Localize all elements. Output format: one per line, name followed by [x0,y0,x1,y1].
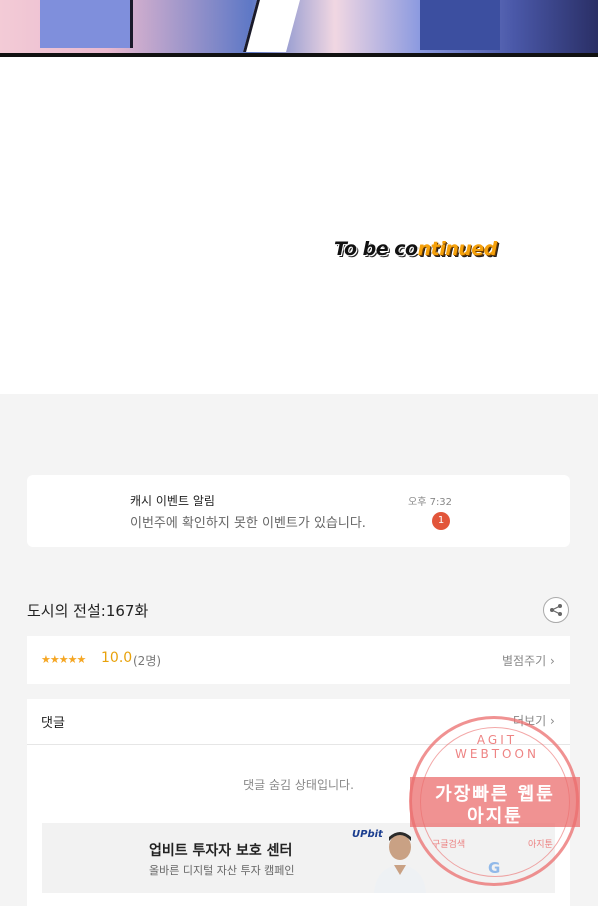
to-be-continued-text: To be continued [334,238,497,260]
comic-panel-image [0,0,598,57]
notification-time: 오후 7:32 [408,497,453,508]
rating-count: (2명) [133,654,162,668]
chevron-right-icon: › [550,654,555,668]
more-comments-link[interactable]: 더보기 › [513,712,555,729]
ad-banner[interactable]: 업비트 투자자 보호 센터 올바른 디지털 자산 투자 캠페인 UPbit [42,823,555,893]
comments-header: 댓글 [41,716,65,731]
more-comments-label: 더보기 [513,714,547,728]
episode-title: 도시의 전설:167화 [27,602,149,620]
comments-hidden-message: 댓글 숨김 상태입니다. [243,778,354,792]
ad-person-image [374,832,426,893]
ad-subtitle: 올바른 디지털 자산 투자 캠페인 [149,864,295,877]
rating-card: ★★★★★ 10.0 (2명) 별점주기 › [27,636,570,684]
rating-stars: ★★★★★ [41,653,86,666]
notification-title: 캐시 이벤트 알림 [130,494,215,508]
comic-art-shape [420,0,500,50]
share-button[interactable] [543,597,569,623]
divider [27,744,570,745]
notification-card[interactable]: 캐시 이벤트 알림 이번주에 확인하지 못한 이벤트가 있습니다. 오후 7:3… [27,475,570,547]
rating-score: 10.0 [101,650,133,666]
share-icon [550,604,562,616]
tbc-part2: ntinued [417,238,498,260]
rate-button-label: 별점주기 [502,654,547,668]
comic-end-panel [0,57,598,394]
comic-art-shape [243,0,300,52]
comic-art-shape [40,0,133,48]
tbc-part1: To be co [334,238,418,260]
rate-button[interactable]: 별점주기 › [502,652,555,669]
chevron-right-icon: › [549,714,555,728]
notification-badge: 1 [432,512,450,530]
notification-body: 이번주에 확인하지 못한 이벤트가 있습니다. [130,516,366,531]
ad-title: 업비트 투자자 보호 센터 [149,843,293,859]
comments-section: 댓글 더보기 › 댓글 숨김 상태입니다. 업비트 투자자 보호 센터 올바른 … [27,699,570,906]
